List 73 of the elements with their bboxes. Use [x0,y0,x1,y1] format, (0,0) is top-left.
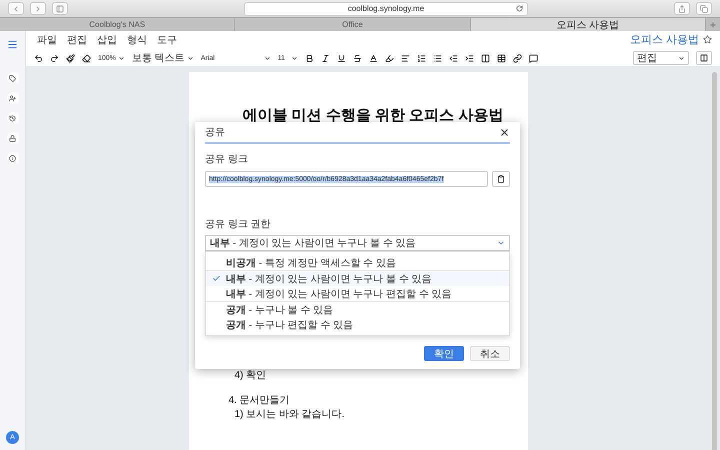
clipboard-icon [497,175,505,183]
scrollbar[interactable] [712,72,717,450]
browser-tab[interactable]: Coolblog's NAS [0,18,236,31]
paint-format-icon[interactable] [66,54,75,62]
check-icon [212,274,221,283]
link-icon[interactable] [512,54,522,62]
star-icon[interactable] [703,35,712,44]
document-line: 4) 확인 [234,369,268,382]
field-label: 공유 링크 [205,153,249,166]
split-view-icon [700,54,708,62]
caret-icon [186,54,194,62]
panel-button[interactable] [696,51,712,65]
underline-icon[interactable] [336,54,346,62]
columns-icon[interactable] [480,54,490,62]
eraser-icon[interactable] [82,54,91,62]
menu-item[interactable]: 도구 [154,32,180,46]
caret-icon [264,54,271,62]
menu-icon[interactable] [7,39,18,50]
caret-icon [290,54,298,62]
caret-icon [497,239,505,247]
caret-icon [118,54,125,62]
italic-icon[interactable] [320,54,330,62]
reload-icon[interactable] [516,5,523,12]
address-bar[interactable]: coolblog.synology.me [244,2,528,16]
mode-select[interactable]: 편집 [633,51,689,65]
cancel-button[interactable]: 취소 [470,346,510,361]
numbered-list-icon[interactable] [416,54,426,62]
menu-item[interactable]: 형식 [124,32,150,46]
menu-option[interactable]: 공개 - 누구나 볼 수 있음 [206,302,509,317]
sidebar-icon [56,4,64,12]
browser-tab[interactable]: Office [235,18,471,31]
copy-button[interactable] [492,171,510,187]
menu-option[interactable]: 내부 - 계정이 있는 사람이면 누구나 볼 수 있음 [206,271,509,286]
tabs-button[interactable] [696,2,712,15]
comment-icon[interactable] [528,54,538,62]
dialog-title: 공유 [205,126,225,139]
text-color-icon[interactable] [368,54,378,62]
highlight-icon[interactable] [384,54,394,62]
permission-select[interactable]: 내부 - 계정이 있는 사람이면 누구나 볼 수 있음 [205,235,510,251]
caret-icon [678,54,685,62]
menu-option[interactable]: 공개 - 누구나 편집할 수 있음 [206,317,509,332]
field-label: 공유 링크 권한 [205,218,272,231]
bold-icon[interactable] [304,54,314,62]
menu-item[interactable]: 삽입 [94,32,120,46]
indent-icon[interactable] [464,54,474,62]
tabs-icon [700,4,708,12]
bullet-list-icon[interactable] [432,54,442,62]
lock-icon[interactable] [9,134,16,142]
add-user-icon[interactable] [9,94,16,102]
chevron-left-icon [12,4,20,12]
share-icon [678,4,686,12]
document-line: 1) 보시는 바와 같습니다. [234,408,346,422]
history-icon[interactable] [9,114,16,122]
document-title: 오피스 사용법 [630,33,699,47]
confirm-button[interactable]: 확인 [424,346,464,361]
tag-icon[interactable] [9,74,16,82]
strikethrough-icon[interactable] [352,54,362,62]
menu-item[interactable]: 편집 [64,32,90,46]
close-icon[interactable] [499,126,510,138]
menu-option[interactable]: 내부 - 계정이 있는 사람이면 누구나 편집할 수 있음 [206,286,509,302]
menu-item[interactable]: 파일 [34,32,60,46]
section-heading: 4. 문서만들기 [228,394,291,408]
redo-icon[interactable] [50,54,59,62]
browser-tab[interactable]: 오피스 사용법 [470,18,706,31]
align-icon[interactable] [400,54,410,62]
table-icon[interactable] [496,54,506,62]
info-icon[interactable] [9,154,16,162]
share-button[interactable] [674,2,690,15]
document-heading: 에이블 미션 수행을 위한 오피스 사용법 [242,106,504,126]
chevron-right-icon [34,4,42,12]
style-select[interactable]: 보통 텍스트 [132,51,194,65]
undo-icon[interactable] [34,54,43,62]
outdent-icon[interactable] [448,54,458,62]
